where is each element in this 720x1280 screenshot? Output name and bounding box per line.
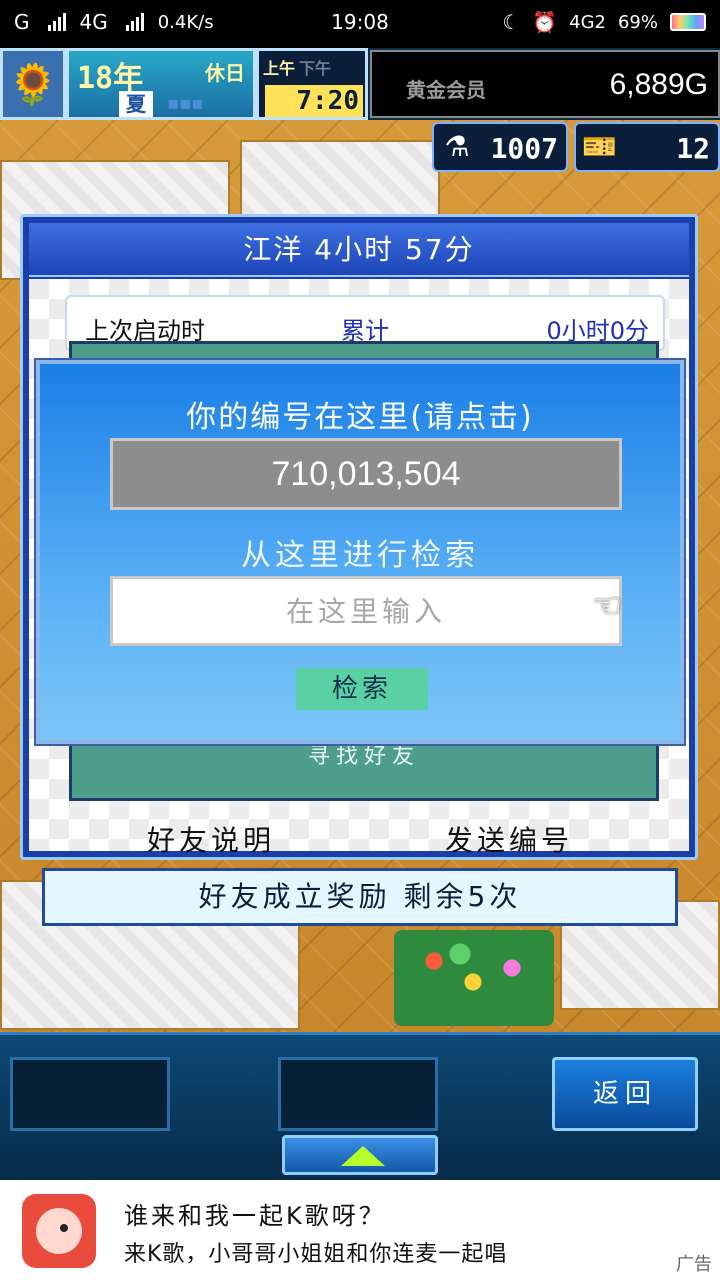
am-label: 上午 (263, 59, 296, 78)
ad-title: 谁来和我一起K歌呀？ (124, 1202, 386, 1230)
tickets-counter[interactable]: 🎫 12 (574, 122, 720, 172)
dialog-title: 江洋 4小时 57分 (29, 223, 689, 277)
bird-eye (60, 1224, 68, 1232)
moon-icon: ☾ (502, 10, 521, 34)
ad-tag: 广告 (676, 1254, 712, 1275)
battery-icon (670, 13, 706, 31)
sunflower-icon[interactable]: 🌻 (0, 48, 66, 120)
ad-banner[interactable]: 谁来和我一起K歌呀？ 来K歌，小哥哥小姐姐和你连麦一起唱 广告 (0, 1180, 720, 1280)
ad-description: 来K歌，小哥哥小姐姐和你连麦一起唱 (124, 1242, 508, 1267)
friend-help-button[interactable]: 好友说明 (147, 819, 275, 859)
search-input[interactable] (113, 579, 619, 643)
ticket-icon: 🎫 (582, 130, 617, 163)
search-label: 从这里进行检索 (241, 538, 479, 573)
member-label: 黄金会员 (406, 78, 486, 102)
clock-time: 7:20 (265, 85, 363, 117)
clock-panel: 上午 下午 7:20 (256, 48, 368, 120)
search-input-box[interactable] (110, 576, 622, 646)
id-popup: 你的编号在这里(请点击) 710,013,504 从这里进行检索 ☜ 检索 (34, 358, 686, 746)
status-time: 19:08 (331, 10, 389, 34)
game-hud: 🌻 18年 休日 夏 ▪▪▪ 上午 下午 7:20 黄金会员 6,889G (0, 48, 720, 120)
popup-heading: 你的编号在这里(请点击) (186, 400, 534, 435)
holiday-label: 休日 (205, 61, 245, 85)
search-button[interactable]: 检索 (296, 668, 428, 710)
tickets-value: 12 (676, 132, 710, 165)
bird-icon (36, 1208, 82, 1254)
my-id-button[interactable]: 710,013,504 (110, 438, 622, 510)
weather-icon: ▪▪▪ (167, 93, 204, 114)
garden-decoration (394, 930, 554, 1026)
friend-bonus-bar: 好友成立奖励 剩余5次 (42, 868, 678, 926)
research-points[interactable]: ⚗ 1007 (432, 122, 568, 172)
pm-label: 下午 (299, 59, 332, 78)
season-label: 夏 (119, 91, 153, 117)
alarm-icon: ⏰ (532, 10, 558, 34)
send-id-button[interactable]: 发送编号 (445, 819, 573, 859)
back-button[interactable]: 返回 (552, 1057, 698, 1131)
network-right: 4G2 (569, 11, 606, 33)
bottom-nav: 返回 (0, 1032, 720, 1180)
battery-percent: 69% (617, 11, 658, 33)
gold-amount: 6,889G (609, 68, 708, 101)
up-arrow-icon (341, 1146, 385, 1166)
expand-menu-button[interactable] (282, 1135, 438, 1175)
pointing-hand-icon: ☜ (592, 586, 623, 626)
menu-slot-2[interactable] (278, 1057, 438, 1131)
menu-slot-1[interactable] (10, 1057, 170, 1131)
date-panel: 18年 休日 夏 ▪▪▪ (66, 48, 256, 120)
research-value: 1007 (490, 132, 558, 165)
ksong-app-icon (22, 1194, 96, 1268)
gold-panel: 黄金会员 6,889G (370, 50, 720, 118)
status-bar: G 4G 0.4K/s 19:08 ☾ ⏰ 4G2 69% (0, 0, 720, 48)
flask-icon: ⚗ (444, 130, 470, 163)
